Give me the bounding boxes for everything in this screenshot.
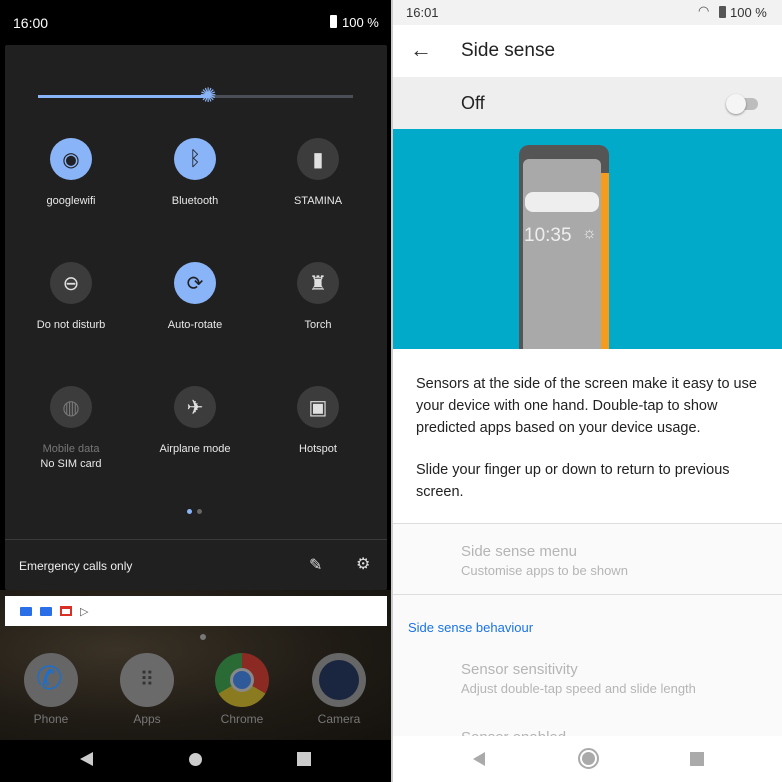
tile-label: Bluetooth: [171, 195, 219, 207]
phone-app-icon[interactable]: ✆: [24, 653, 78, 707]
navigation-bar: [393, 736, 782, 782]
item-subtitle: Customise apps to be shown: [461, 563, 628, 578]
side-sensor-highlight: [601, 173, 609, 349]
tile-sublabel: No SIM card: [40, 458, 102, 470]
back-arrow-icon[interactable]: ←: [410, 37, 432, 63]
master-switch-label: Off: [461, 93, 485, 113]
tile-label: Auto-rotate: [167, 319, 223, 331]
tile-label: Mobile data: [42, 443, 100, 455]
page-dot[interactable]: [197, 509, 202, 514]
google-calendar-icon: [20, 606, 32, 616]
battery-icon: ▮: [297, 138, 339, 180]
gmail-icon: [60, 606, 72, 616]
google-calendar-icon: [40, 606, 52, 616]
tile-hotspot[interactable]: ▣ Hotspot: [258, 386, 378, 455]
brightness-icon[interactable]: ✺: [198, 86, 218, 106]
page-title: Side sense: [461, 40, 556, 61]
tile-label: Airplane mode: [159, 443, 231, 455]
status-time: 16:01: [406, 5, 439, 20]
settings-gear-icon[interactable]: ⚙: [356, 554, 370, 574]
toggle-thumb: [726, 94, 746, 114]
divider: [5, 539, 387, 540]
item-title: Side sense menu: [461, 543, 577, 560]
back-icon[interactable]: [80, 752, 93, 766]
description-text: Sensors at the side of the screen make i…: [416, 376, 757, 436]
item-title: Sensor sensitivity: [461, 661, 578, 678]
dock-label: Phone: [33, 712, 69, 726]
description-text: Slide your finger up or down to return t…: [416, 462, 730, 500]
tile-label: googlewifi: [46, 195, 96, 207]
chrome-icon[interactable]: [215, 653, 269, 707]
clock-illustration: 10:35: [524, 225, 572, 246]
play-store-icon: ▷: [80, 605, 89, 618]
wifi-icon: ◉: [50, 138, 92, 180]
dock-label: Apps: [133, 712, 161, 726]
airplane-icon: ✈: [174, 386, 216, 428]
camera-icon[interactable]: [312, 653, 366, 707]
item-subtitle: Adjust double-tap speed and slide length: [461, 681, 696, 696]
wifi-icon: ◠: [698, 3, 710, 18]
phone-icon: ✆: [36, 660, 63, 696]
quick-settings-screen: 16:00 100 % ✺ ◉ googlewifi ᛒ Bluetooth ▮ STAM…: [0, 0, 391, 782]
tile-do-not-disturb[interactable]: ⊖ Do not disturb: [11, 262, 131, 331]
emergency-calls-text: Emergency calls only: [19, 559, 133, 573]
battery-level: 100 %: [730, 5, 767, 20]
master-switch-row[interactable]: Off: [393, 77, 782, 129]
recents-icon[interactable]: [690, 752, 704, 766]
home-page-dot: [200, 634, 206, 640]
notification-icons-bar[interactable]: ▷: [5, 596, 387, 626]
navigation-bar: [0, 740, 391, 782]
tile-label: Hotspot: [299, 443, 337, 455]
brightness-slider[interactable]: ✺: [38, 86, 353, 106]
bluetooth-icon: ᛒ: [174, 138, 216, 180]
search-bar-illustration: [525, 192, 599, 212]
auto-rotate-icon: ⟳: [174, 262, 216, 304]
phone-screen: [523, 159, 601, 349]
battery-icon: [330, 15, 337, 28]
status-bar: 16:01 ◠ 100 %: [393, 0, 782, 25]
recents-icon[interactable]: [297, 752, 311, 766]
mobile-data-icon: ◍: [50, 386, 92, 428]
tile-label: STAMINA: [293, 195, 343, 207]
hotspot-icon: ▣: [297, 386, 339, 428]
status-time: 16:00: [13, 15, 49, 31]
sensor-sensitivity-item[interactable]: Sensor sensitivity Adjust double-tap spe…: [393, 650, 782, 710]
side-sense-illustration: 10:35 ☼: [393, 129, 782, 349]
description-section: Sensors at the side of the screen make i…: [393, 349, 782, 524]
app-bar: ← Side sense: [393, 25, 782, 77]
back-icon[interactable]: [473, 752, 485, 766]
dock-label: Chrome: [220, 712, 264, 726]
tile-torch[interactable]: ♜ Torch: [258, 262, 378, 331]
divider: [393, 594, 782, 595]
side-sense-menu-item[interactable]: Side sense menu Customise apps to be sho…: [393, 524, 782, 594]
dock-label: Camera: [317, 712, 361, 726]
apps-icon[interactable]: ⠿: [120, 653, 174, 707]
do-not-disturb-icon: ⊖: [50, 262, 92, 304]
tile-stamina[interactable]: ▮ STAMINA: [258, 138, 378, 207]
page-dot-active[interactable]: [187, 509, 192, 514]
tile-auto-rotate[interactable]: ⟳ Auto-rotate: [135, 262, 255, 331]
battery-level: 100 %: [342, 15, 379, 30]
tile-airplane-mode[interactable]: ✈ Airplane mode: [135, 386, 255, 455]
tile-label: Torch: [304, 319, 332, 331]
home-icon[interactable]: [189, 753, 202, 766]
quick-settings-panel: ✺ ◉ googlewifi ᛒ Bluetooth ▮ STAMINA ⊖ Do not d…: [5, 45, 387, 590]
tile-bluetooth[interactable]: ᛒ Bluetooth: [135, 138, 255, 207]
side-sense-settings: 16:01 ◠ 100 % ← Side sense Off 10:35 ☼ S…: [393, 0, 782, 782]
tile-mobile-data[interactable]: ◍ Mobile data No SIM card: [11, 386, 131, 470]
section-header: Side sense behaviour: [408, 620, 534, 635]
torch-icon: ♜: [297, 262, 339, 304]
home-icon[interactable]: [578, 748, 599, 769]
battery-icon: [719, 6, 726, 18]
edit-icon[interactable]: ✎: [309, 555, 322, 575]
tile-googlewifi[interactable]: ◉ googlewifi: [11, 138, 131, 207]
tile-label: Do not disturb: [36, 319, 106, 331]
sun-icon: ☼: [582, 225, 597, 242]
